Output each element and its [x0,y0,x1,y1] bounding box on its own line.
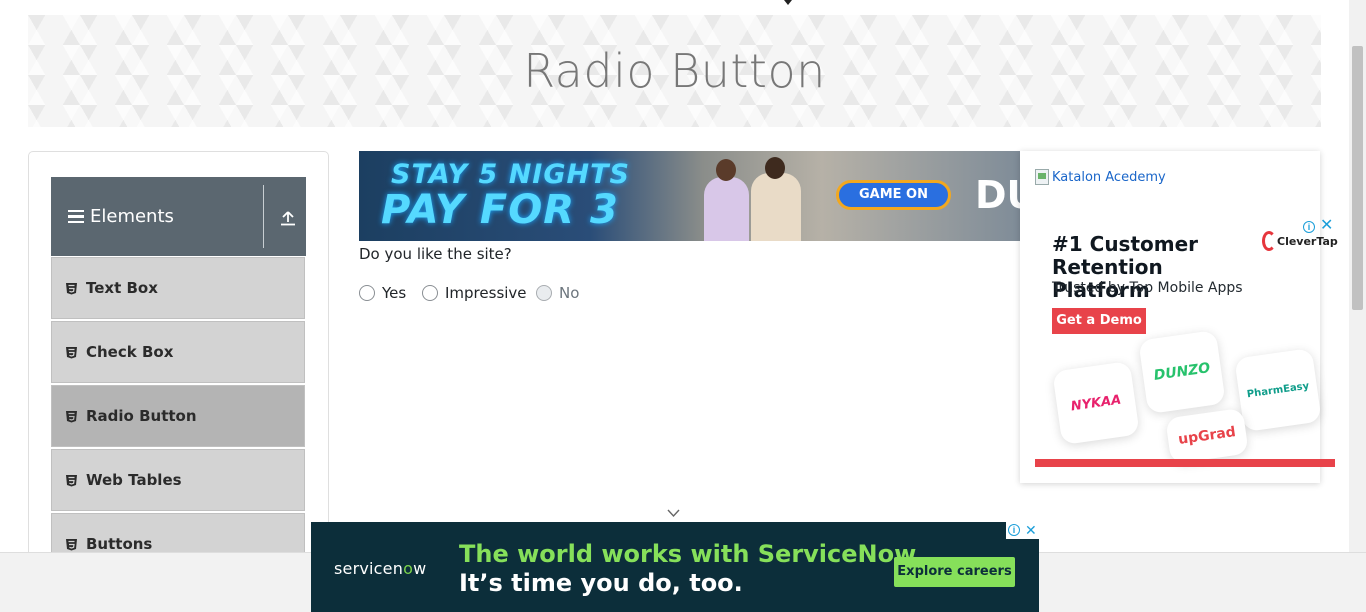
ad-headline-line1: STAY 5 NIGHTS [391,159,630,190]
radio-question: Do you like the site? [359,245,512,263]
broken-image-alt[interactable]: Katalon Acedemy [1052,170,1166,185]
sidebar-item-radio-button[interactable]: Radio Button [51,385,305,447]
sidebar-item-text-box[interactable]: Text Box [51,257,305,319]
html5-icon [66,474,77,486]
clevertap-logo: CleverTap [1262,231,1338,251]
ad-choices[interactable]: i ✕ [1006,522,1039,539]
sidebar-group-elements[interactable]: Elements [51,177,306,256]
collapse-arrow-icon[interactable] [280,210,296,226]
ad-headline-line2: It’s time you do, too. [459,569,743,597]
sidebar-item-label: Check Box [86,343,174,361]
ad-cta-button[interactable]: GAME ON [836,180,951,210]
radio-label-no: No [559,284,580,302]
app-tile-upgrad: upGrad [1165,407,1249,465]
radio-label-impressive[interactable]: Impressive [445,284,527,302]
hamburger-icon [68,209,84,224]
radio-option-yes[interactable]: Yes [359,284,406,302]
scrollbar-thumb[interactable] [1352,46,1363,310]
page-header-banner: Radio Button [28,15,1321,127]
ad-headline-line2: PAY FOR 3 [381,187,619,233]
radio-input-yes[interactable] [359,285,375,301]
sidebar-item-label: Radio Button [86,407,197,425]
sidebar-item-label: Text Box [86,279,158,297]
sidebar-item-check-box[interactable]: Check Box [51,321,305,383]
right-sidebar-ad[interactable]: Katalon Acedemy i ✕ #1 Customer Retentio… [1020,151,1338,483]
html5-icon [66,410,77,422]
chevron-down-icon[interactable] [667,508,680,518]
ad-info-icon[interactable]: i [1008,524,1020,536]
sidebar-item-label: Web Tables [86,471,182,489]
radio-input-impressive[interactable] [422,285,438,301]
katalon-ad-image[interactable]: Katalon Acedemy [1035,169,1166,185]
page-root: Radio Button Elements Text Box Check Box… [0,0,1366,612]
cursor-pointer [784,0,792,5]
page-title: Radio Button [523,44,826,98]
sidebar-item-web-tables[interactable]: Web Tables [51,449,305,511]
sidebar-group-title: Elements [90,206,174,227]
header-divider [263,185,264,248]
sidebar: Elements Text Box Check Box Radio Button… [28,151,329,575]
page-scrollbar[interactable] [1349,0,1366,552]
explore-careers-button[interactable]: Explore careers [894,557,1015,587]
close-icon[interactable]: ✕ [1025,522,1037,538]
radio-option-impressive[interactable]: Impressive [422,284,527,302]
html5-icon [66,282,77,294]
clevertap-logo-icon [1262,231,1276,251]
radio-label-yes[interactable]: Yes [382,284,406,302]
html5-icon [66,538,77,550]
html5-icon [66,346,77,358]
servicenow-logo: servicenow [334,559,427,578]
app-tile-nykaa: NYKAA [1052,360,1140,446]
sidebar-item-label: Buttons [86,535,153,553]
radio-option-no: No [536,284,579,302]
logo-text: CleverTap [1277,234,1338,248]
radio-input-no [536,285,552,301]
ad-accent-bar [1035,459,1335,467]
bottom-banner-ad[interactable]: servicenow The world works with ServiceN… [311,522,1039,612]
top-banner-ad[interactable]: STAY 5 NIGHTS PAY FOR 3 GAME ON DU [359,151,1020,241]
broken-image-icon [1035,169,1049,185]
ad-subline: Trusted by Top Mobile Apps [1052,280,1243,296]
ad-headline-line1: The world works with ServiceNow. [459,540,924,568]
app-tile-pharmeasy: PharmEasy [1234,347,1322,433]
ad-people-image [699,157,819,241]
get-demo-button[interactable]: Get a Demo [1052,308,1146,334]
ad-brand-fragment: DU [975,173,1020,217]
app-tile-dunzo: DUNZO [1138,329,1226,415]
